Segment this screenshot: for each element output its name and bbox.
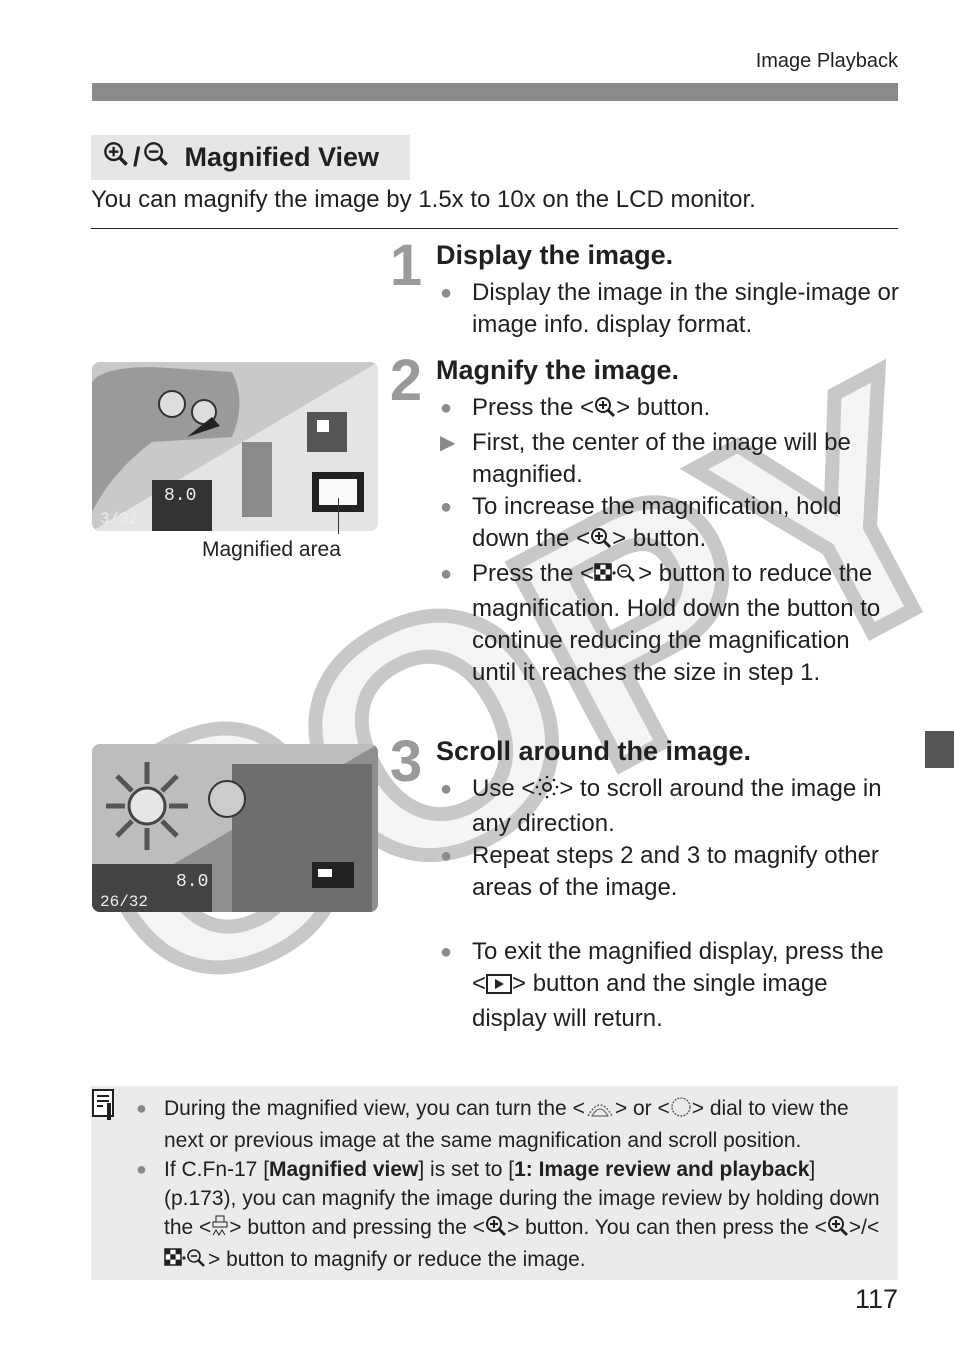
step-bullet-item: ● Use < > to scroll around the image in an… xyxy=(440,773,900,840)
step-1-bullets: ● Display the image in the single-image o… xyxy=(440,277,900,341)
step-bullet-item: ● To increase the magnification, hold dow… xyxy=(440,491,900,558)
memo-icon xyxy=(92,1089,116,1128)
text: Display the image in the single-image or… xyxy=(472,279,899,338)
step-heading: Display the image. xyxy=(436,240,674,270)
text: > button. You can then press the < xyxy=(507,1216,827,1239)
step-heading: Magnify the image. xyxy=(436,355,680,385)
lcd-count: 26/32 xyxy=(100,893,149,911)
print-share-icon xyxy=(211,1215,229,1245)
playback-icon xyxy=(486,971,513,1003)
step-2-bullets: ● Press the < > button. ▶ First, the center … xyxy=(440,392,900,689)
text: Press the < xyxy=(472,560,595,587)
page-number: 117 xyxy=(854,1284,898,1314)
zoom-in-icon xyxy=(103,141,131,174)
title-text: Magnified View xyxy=(184,142,380,172)
text: ] is set to [ xyxy=(418,1158,515,1181)
bullet-marker-icon: ● xyxy=(136,1159,147,1179)
step-number: 1 xyxy=(389,233,423,298)
text: > button and the single image display wi… xyxy=(472,970,828,1032)
step-bullet-item: ● Press the < > button. xyxy=(440,392,900,427)
title-separator: / xyxy=(133,142,141,172)
text: > or < xyxy=(614,1097,670,1120)
bullet-marker-icon: ● xyxy=(440,397,453,419)
step-number: 3 xyxy=(389,729,423,794)
caption-leader-line xyxy=(338,498,339,534)
bold-text: Magnified view xyxy=(269,1158,419,1181)
text: If C.Fn-17 [ xyxy=(164,1158,270,1181)
zoom-in-icon xyxy=(485,1215,507,1245)
bold-text: 1: Image review and playback xyxy=(514,1158,810,1181)
text: > button to magnify or reduce the image. xyxy=(208,1248,586,1271)
zoom-out-icon xyxy=(143,141,171,174)
running-head: Image Playback xyxy=(755,50,898,72)
divider xyxy=(91,228,898,229)
text: >/< xyxy=(848,1216,880,1239)
lcd-value: 8.0 xyxy=(176,872,209,892)
text: > button and pressing the < xyxy=(229,1216,485,1239)
zoom-in-icon xyxy=(594,395,616,427)
text: > button. xyxy=(612,525,707,552)
text: Use < xyxy=(472,775,536,802)
photo-caption: Magnified area xyxy=(202,538,341,561)
lcd-value: 8.0 xyxy=(164,486,197,506)
header-bar xyxy=(92,83,898,101)
step-bullet-item: ● Display the image in the single-image o… xyxy=(440,277,900,341)
chapter-tab xyxy=(925,731,954,768)
intro-text: You can magnify the image by 1.5x to 10x… xyxy=(91,186,756,213)
bullet-marker-icon: ● xyxy=(440,563,453,585)
multi-controller-icon xyxy=(535,775,559,808)
text: > button. xyxy=(616,394,711,421)
step-heading: Scroll around the image. xyxy=(436,736,752,766)
bullet-marker-icon: ● xyxy=(440,496,453,518)
multi-controller-scroll-photo: 8.0 26/32 xyxy=(92,744,378,912)
section-title: / Magnified View xyxy=(91,135,410,180)
main-dial-icon xyxy=(585,1097,615,1126)
note-bullets: ● During the magnified view, you can turn… xyxy=(136,1094,886,1277)
bullet-marker-icon: ● xyxy=(440,778,453,800)
step-bullet-item: ● To exit the magnified display, press th… xyxy=(440,936,900,1035)
bullet-marker-icon: ● xyxy=(440,941,453,963)
index-zoom-out-icon xyxy=(594,561,638,593)
text: During the magnified view, you can turn … xyxy=(164,1097,585,1120)
arrow-marker-icon: ▶ xyxy=(440,432,456,454)
bullet-marker-icon: ● xyxy=(440,282,453,304)
index-zoom-out-icon xyxy=(164,1247,208,1277)
camera-back-magnify-button-photo: 8.0 3/32 xyxy=(92,362,378,531)
lcd-count: 3/32 xyxy=(100,510,139,528)
zoom-in-icon xyxy=(827,1215,849,1245)
step-bullet-item: ▶ First, the center of the image will be … xyxy=(440,427,900,491)
step-3-bullets: ● Use < > to scroll around the image in an… xyxy=(440,773,900,1035)
note-bullet-item: ● During the magnified view, you can turn… xyxy=(136,1094,886,1155)
text: Press the < xyxy=(472,394,595,421)
note-bullet-item: ● If C.Fn-17 [Magnified view] is set to [… xyxy=(136,1155,886,1277)
text: Repeat steps 2 and 3 to magnify other ar… xyxy=(472,842,879,901)
step-bullet-item: ● Repeat steps 2 and 3 to magnify other a… xyxy=(440,840,900,904)
text: First, the center of the image will be m… xyxy=(472,429,851,488)
quick-control-dial-icon xyxy=(670,1096,692,1126)
bullet-marker-icon: ● xyxy=(440,845,453,867)
step-number: 2 xyxy=(389,348,423,413)
step-bullet-item: ● Press the < > button to reduce the magni… xyxy=(440,558,900,689)
zoom-in-icon xyxy=(590,526,612,558)
bullet-marker-icon: ● xyxy=(136,1098,147,1118)
